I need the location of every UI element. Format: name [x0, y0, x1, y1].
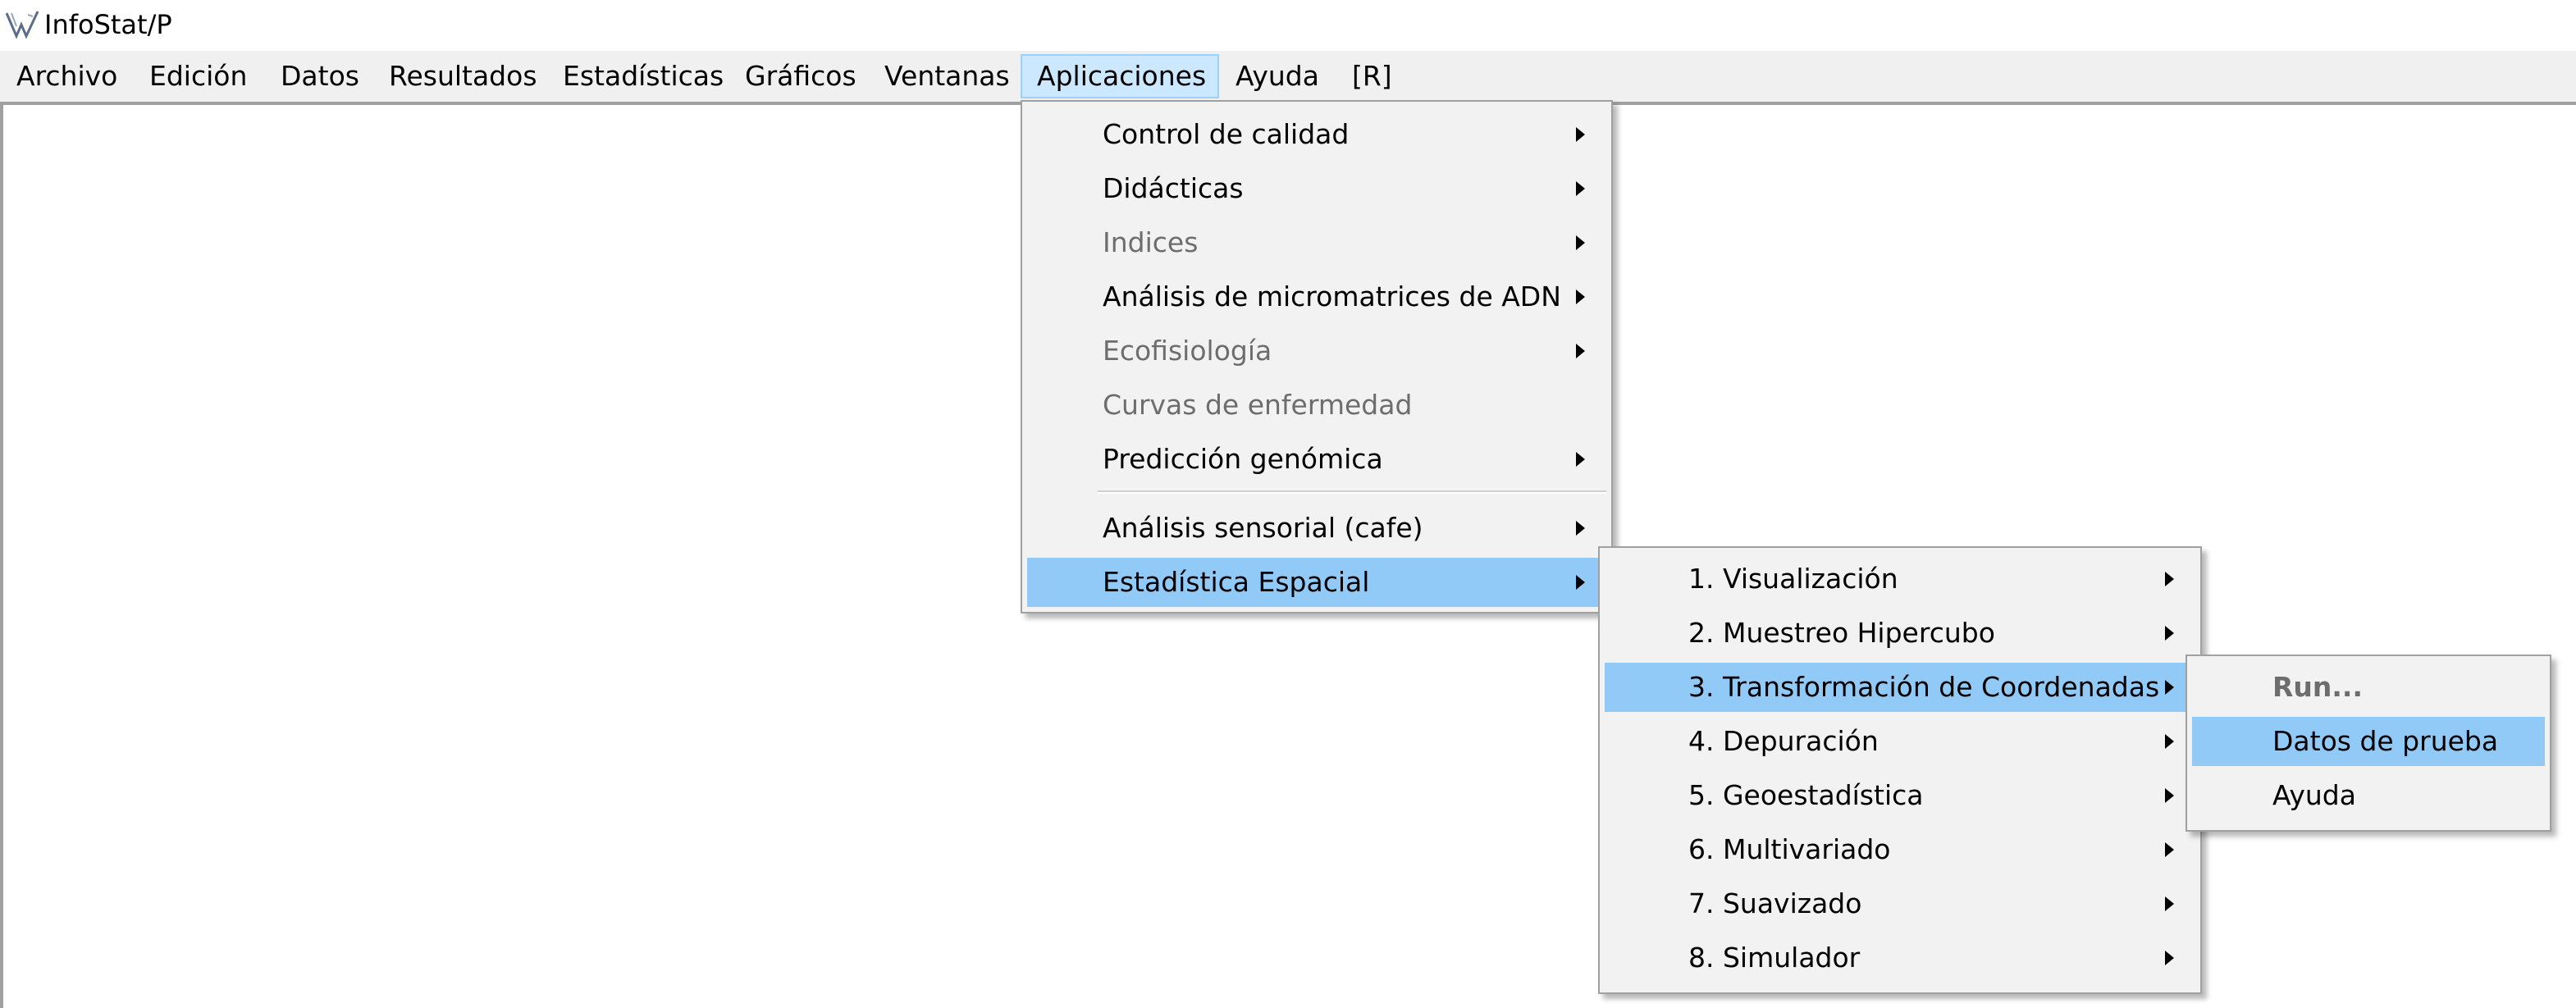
menuitem-label: Análisis de micromatrices de ADN [1103, 281, 1561, 312]
submenu-arrow-icon [1576, 521, 1585, 536]
menuitem-didacticas[interactable]: Didácticas [1027, 164, 1606, 213]
menuitem-label: Indices [1103, 226, 1199, 258]
menuitem-indices: Indices [1027, 218, 1606, 267]
submenu-arrow-icon [2165, 842, 2174, 857]
menuitem-suavizado[interactable]: 7. Suavizado [1605, 879, 2195, 928]
title-bar: InfoStat/P [0, 0, 2576, 51]
menu-r[interactable]: [R] [1336, 54, 1409, 98]
submenu-arrow-icon [1576, 181, 1585, 196]
menuitem-visualizacion[interactable]: 1. Visualización [1605, 554, 2195, 604]
menuitem-label: Análisis sensorial (cafe) [1103, 512, 1423, 544]
submenu-arrow-icon [2165, 788, 2174, 803]
submenu-arrow-icon [2165, 572, 2174, 586]
infostat-logo-icon [5, 11, 39, 39]
menu-aplicaciones[interactable]: Aplicaciones [1021, 54, 1219, 98]
estadistica-espacial-submenu: 1. Visualización 2. Muestreo Hipercubo 3… [1598, 546, 2202, 994]
menuitem-label: Estadística Espacial [1103, 566, 1370, 598]
menuitem-label: 6. Multivariado [1688, 833, 1891, 865]
submenu-arrow-icon [2165, 680, 2174, 695]
menuitem-label: Ecofisiología [1103, 335, 1272, 367]
menuitem-label: Run... [2272, 671, 2364, 703]
menuitem-geoestadistica[interactable]: 5. Geoestadística [1605, 771, 2195, 820]
menuitem-label: Didácticas [1103, 172, 1244, 204]
menuitem-multivariado[interactable]: 6. Multivariado [1605, 825, 2195, 874]
submenu-arrow-icon [1576, 127, 1585, 142]
submenu-arrow-icon [2165, 626, 2174, 641]
menu-separator [1098, 490, 1606, 494]
menuitem-label: 5. Geoestadística [1688, 779, 1924, 811]
menu-graficos[interactable]: Gráficos [728, 54, 873, 98]
menuitem-label: 3. Transformación de Coordenadas [1688, 671, 2160, 703]
submenu-arrow-icon [1576, 235, 1585, 250]
menuitem-transformacion-coordenadas[interactable]: 3. Transformación de Coordenadas [1605, 663, 2195, 712]
menuitem-label: Ayuda [2272, 779, 2356, 811]
menu-archivo[interactable]: Archivo [0, 54, 134, 98]
menuitem-label: 1. Visualización [1688, 563, 1898, 595]
menuitem-simulador[interactable]: 8. Simulador [1605, 933, 2195, 983]
aplicaciones-dropdown: Control de calidad Didácticas Indices An… [1021, 100, 1613, 613]
submenu-arrow-icon [2165, 951, 2174, 965]
menuitem-run: Run... [2192, 663, 2545, 712]
menuitem-label: Datos de prueba [2272, 725, 2499, 757]
menu-ventanas[interactable]: Ventanas [868, 54, 1026, 98]
menuitem-depuracion[interactable]: 4. Depuración [1605, 717, 2195, 766]
menuitem-label: 7. Suavizado [1688, 887, 1862, 919]
menu-resultados[interactable]: Resultados [372, 54, 554, 98]
submenu-arrow-icon [1576, 452, 1585, 467]
menu-estadisticas[interactable]: Estadísticas [546, 54, 740, 98]
submenu-arrow-icon [1576, 344, 1585, 358]
menuitem-label: Control de calidad [1103, 118, 1350, 150]
menu-edicion[interactable]: Edición [133, 54, 263, 98]
submenu-arrow-icon [2165, 734, 2174, 749]
submenu-arrow-icon [1576, 290, 1585, 304]
menuitem-muestreo-hipercubo[interactable]: 2. Muestreo Hipercubo [1605, 609, 2195, 658]
transformacion-coordenadas-submenu: Run... Datos de prueba Ayuda [2185, 655, 2551, 832]
menuitem-analisis-sensorial[interactable]: Análisis sensorial (cafe) [1027, 504, 1606, 553]
submenu-arrow-icon [2165, 896, 2174, 911]
menu-datos[interactable]: Datos [264, 54, 376, 98]
menuitem-estadistica-espacial[interactable]: Estadística Espacial [1027, 558, 1606, 607]
menuitem-curvas-enfermedad: Curvas de enfermedad [1027, 381, 1606, 430]
menu-bar: Archivo Edición Datos Resultados Estadís… [0, 51, 2576, 102]
submenu-arrow-icon [1576, 575, 1585, 590]
menuitem-label: 8. Simulador [1688, 942, 1861, 974]
menuitem-label: Curvas de enfermedad [1103, 389, 1413, 421]
menuitem-ecofisiologia: Ecofisiología [1027, 326, 1606, 376]
menuitem-datos-de-prueba[interactable]: Datos de prueba [2192, 717, 2545, 766]
menuitem-ayuda[interactable]: Ayuda [2192, 771, 2545, 820]
menuitem-micromatrices-adn[interactable]: Análisis de micromatrices de ADN [1027, 272, 1606, 322]
menuitem-prediccion-genomica[interactable]: Predicción genómica [1027, 435, 1606, 484]
menu-ayuda[interactable]: Ayuda [1219, 54, 1336, 98]
menuitem-label: Predicción genómica [1103, 443, 1383, 475]
menuitem-label: 4. Depuración [1688, 725, 1879, 757]
menuitem-label: 2. Muestreo Hipercubo [1688, 617, 1995, 649]
window-title: InfoStat/P [44, 9, 172, 40]
menuitem-control-calidad[interactable]: Control de calidad [1027, 110, 1606, 159]
